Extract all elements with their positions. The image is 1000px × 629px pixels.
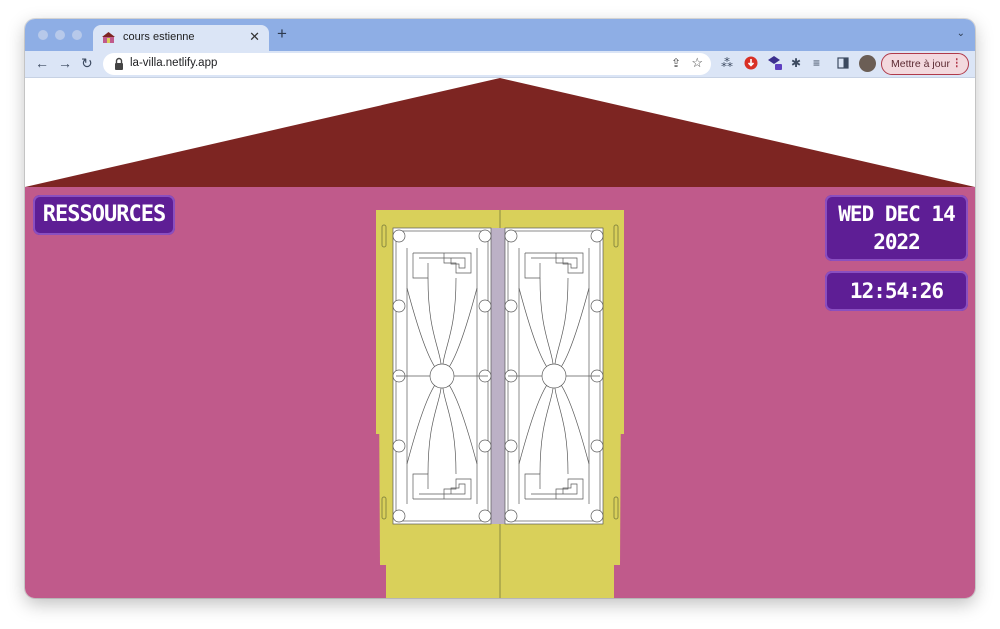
reload-icon[interactable]: ↻ [81,55,93,72]
extension-badge-icon[interactable] [767,55,783,71]
back-icon[interactable]: ← [35,55,49,71]
star-icon[interactable]: ☆ [691,55,703,71]
tab-title: cours estienne [123,31,195,43]
door[interactable] [376,210,624,598]
time-panel: 12:54:26 [825,271,968,311]
date-line-2: 2022 [873,230,921,254]
new-tab-icon[interactable]: + [277,24,287,44]
browser-toolbar: ← → ↻ la-villa.netlify.app ⇪ ☆ ⁂ ✱ ≡ Met… [25,51,975,78]
lock-icon [115,57,123,70]
share-icon[interactable]: ⇪ [671,56,681,70]
tab-active[interactable]: cours estienne ✕ [93,25,269,51]
tab-strip: cours estienne ✕ + ⌄ [25,19,975,51]
roof [25,78,975,187]
date-line-1: WED DEC 14 [838,202,955,226]
address-bar[interactable]: la-villa.netlify.app ⇪ ☆ [103,53,711,75]
page-viewport: RESSOURCES WED DEC 14 2022 12:54:26 [25,78,975,598]
close-icon[interactable]: ✕ [249,29,260,45]
extension-dots-icon[interactable]: ⁂ [721,56,733,70]
zoom-window-button[interactable] [72,30,82,40]
chevron-down-icon[interactable]: ⌄ [957,28,965,39]
avatar[interactable] [859,55,876,72]
side-panel-icon[interactable] [837,57,849,69]
reading-list-icon[interactable]: ≡ [813,56,820,70]
extension-shield-icon[interactable] [744,56,758,70]
close-window-button[interactable] [38,30,48,40]
ressources-button[interactable]: RESSOURCES [33,195,175,235]
update-button[interactable]: Mettre à jour ⋮ [881,53,969,75]
house-favicon-icon [102,32,115,43]
extensions-icon[interactable]: ✱ [791,56,801,70]
update-button-label: Mettre à jour [891,58,950,70]
minimize-window-button[interactable] [55,30,65,40]
ressources-label: RESSOURCES [42,202,166,227]
url-text: la-villa.netlify.app [130,57,218,69]
clock-time: 12:54:26 [849,279,944,303]
browser-window: cours estienne ✕ + ⌄ ← → ↻ la-villa.netl… [25,19,975,598]
more-icon[interactable]: ⋮ [952,57,963,69]
forward-icon[interactable]: → [58,55,72,71]
date-panel: WED DEC 14 2022 [825,195,968,261]
